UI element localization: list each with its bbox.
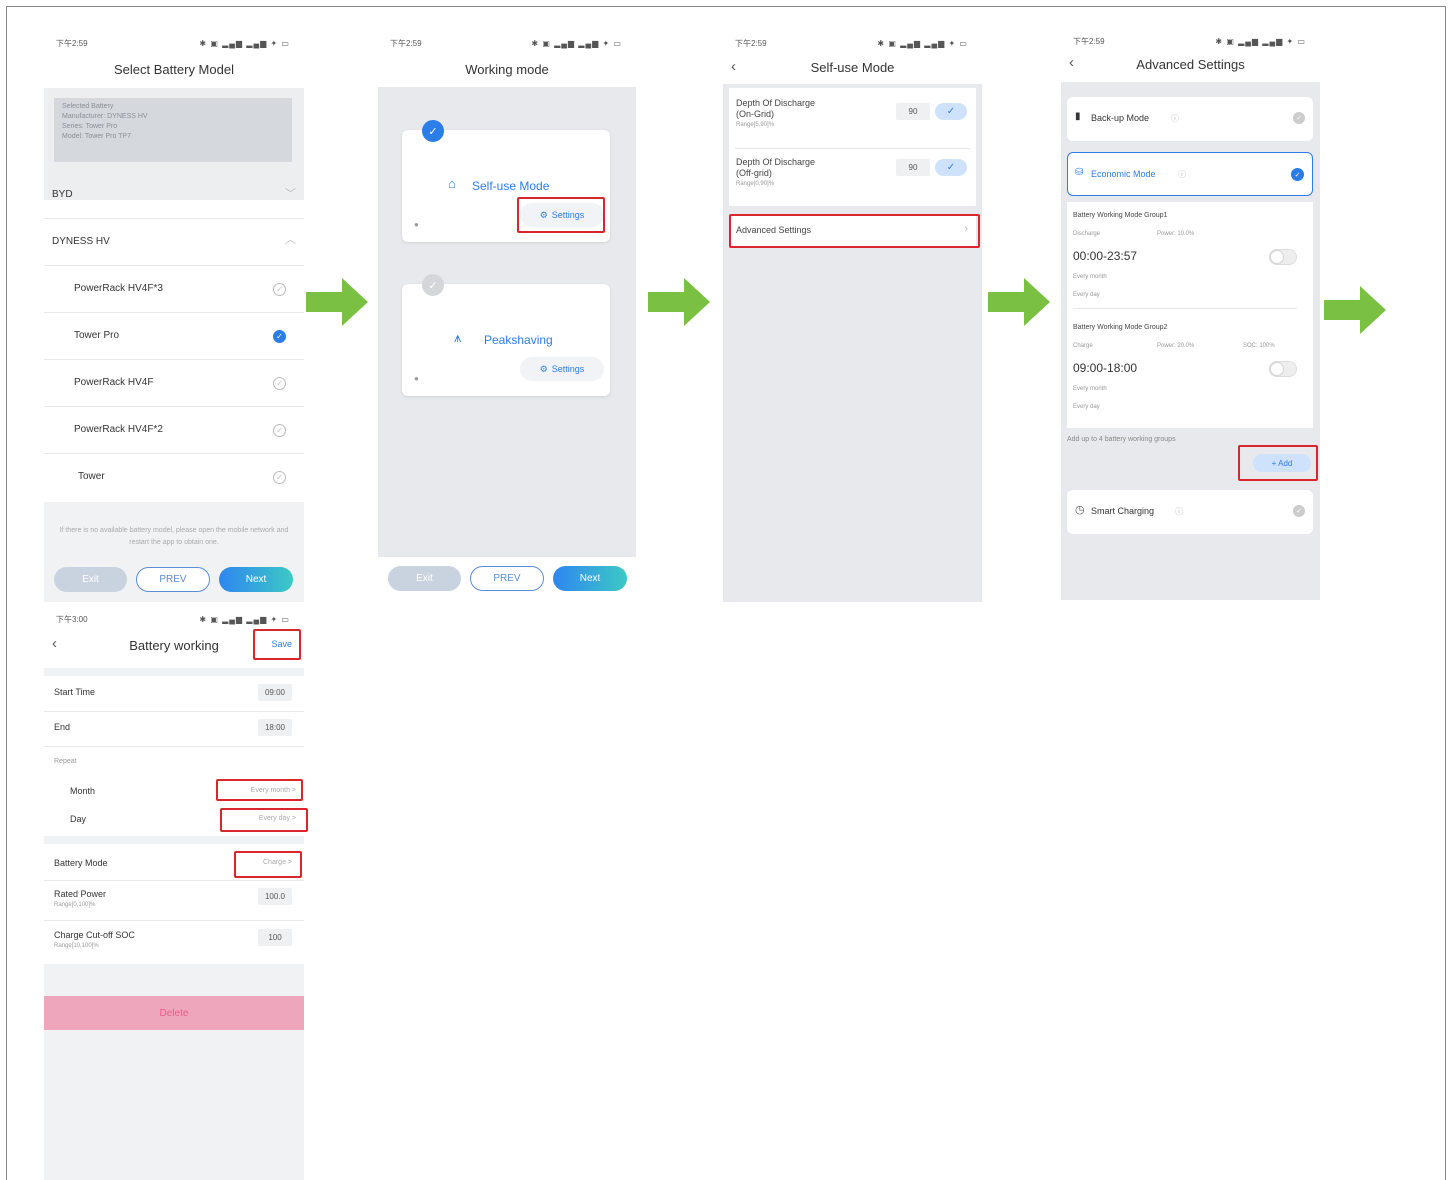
status-bar: 下午2:59 ✱ ▣ ▂▄▆ ▂▄▆ ✦ ▭ <box>390 38 622 48</box>
cutoff-soc-input[interactable]: 100 <box>258 929 292 946</box>
next-step-arrow-icon <box>306 278 368 326</box>
house-icon: ⌂ <box>448 176 456 191</box>
status-bar: 下午2:59 ✱ ▣ ▂▄▆ ▂▄▆ ✦ ▭ <box>1073 36 1306 46</box>
list-item[interactable]: PowerRack HV4F ✓ <box>44 360 304 407</box>
end-time-input[interactable]: 18:00 <box>258 719 292 736</box>
info-icon[interactable]: ● <box>414 374 419 383</box>
screen-advanced-settings: 下午2:59 ✱ ▣ ▂▄▆ ▂▄▆ ✦ ▭ ‹ Advanced Setting… <box>1061 30 1320 600</box>
radio-unchecked-icon: ✓ <box>273 283 286 296</box>
gear-icon: ⚙ <box>539 363 548 374</box>
list-item[interactable]: Tower ✓ <box>44 454 304 501</box>
confirm-check-icon[interactable]: ✓ <box>935 103 967 120</box>
add-group-button[interactable]: + Add <box>1253 454 1311 472</box>
advanced-settings-row[interactable]: Advanced Settings › <box>729 216 976 246</box>
exit-button[interactable]: Exit <box>54 567 127 592</box>
exit-button[interactable]: Exit <box>388 566 461 591</box>
radio-checked-icon: ✓ <box>1291 168 1304 181</box>
chevron-down-icon[interactable]: ﹀ <box>285 185 296 201</box>
radio-unchecked-icon: ✓ <box>273 424 286 437</box>
settings-button[interactable]: ⚙ Settings <box>520 357 604 381</box>
group-toggle[interactable] <box>1269 361 1297 377</box>
selected-battery-card: Selected Battery Manufacturer: DYNESS HV… <box>54 98 292 162</box>
radio-unchecked-icon: ✓ <box>1293 112 1305 124</box>
page-title: Select Battery Model <box>114 62 234 77</box>
brand-dyness[interactable]: DYNESS HV <box>52 236 110 247</box>
group-toggle[interactable] <box>1269 249 1297 265</box>
list-item[interactable]: Tower Pro ✓ <box>44 313 304 360</box>
repeat-label: Repeat <box>54 758 77 765</box>
mode-card-peakshaving[interactable]: ⩚ Peakshaving ⚙ Settings ● <box>402 284 610 396</box>
status-bar: 下午2:59 ✱ ▣ ▂▄▆ ▂▄▆ ✦ ▭ <box>735 38 968 48</box>
unchecked-icon: ✓ <box>422 274 444 296</box>
working-group[interactable]: Battery Working Mode Group1 Discharge Po… <box>1067 202 1313 309</box>
settings-card: Depth Of Discharge (On-Grid) Range[5,90]%… <box>729 88 976 206</box>
rated-power-input[interactable]: 100.0 <box>258 888 292 905</box>
info-icon[interactable]: ⓘ <box>1175 506 1183 517</box>
info-icon[interactable]: ● <box>414 220 419 229</box>
next-step-arrow-icon <box>1324 286 1386 334</box>
checked-icon: ✓ <box>422 120 444 142</box>
radio-unchecked-icon: ✓ <box>273 377 286 390</box>
page-title: Battery working <box>129 638 219 653</box>
gear-icon: ⚙ <box>539 209 548 220</box>
list-item[interactable]: PowerRack HV4F*3 ✓ <box>44 266 304 313</box>
add-note: Add up to 4 battery working groups <box>1067 436 1176 443</box>
dod-on-grid-input[interactable]: 90 <box>896 103 930 120</box>
next-step-arrow-icon <box>648 278 710 326</box>
mode-label: Peakshaving <box>484 333 553 347</box>
prev-button[interactable]: PREV <box>470 566 544 591</box>
clock-icon: ◷ <box>1075 504 1085 516</box>
radio-unchecked-icon: ✓ <box>1293 505 1305 517</box>
status-bar: 下午3:00 ✱ ▣ ▂▄▆ ▂▄▆ ✦ ▭ <box>56 614 290 624</box>
delete-button[interactable]: Delete <box>44 996 304 1030</box>
status-bar: 下午2:59 ✱ ▣ ▂▄▆ ▂▄▆ ✦ ▭ <box>56 38 290 48</box>
tower-icon: ⩚ <box>454 330 462 345</box>
dod-off-grid-input[interactable]: 90 <box>896 159 930 176</box>
info-icon[interactable]: ⓘ <box>1178 169 1186 180</box>
prev-button[interactable]: PREV <box>136 567 210 592</box>
battery-icon: ▮ <box>1075 111 1081 122</box>
screen-battery-working: 下午3:00 ✱ ▣ ▂▄▆ ▂▄▆ ✦ ▭ ‹ Battery working … <box>44 608 304 1180</box>
chevron-right-icon: › <box>964 223 968 235</box>
working-groups-list: Battery Working Mode Group1 Discharge Po… <box>1067 202 1313 428</box>
chevron-up-icon[interactable]: ︿ <box>285 231 296 247</box>
day-selector[interactable]: Every day > <box>259 815 296 822</box>
screen-self-use-mode: 下午2:59 ✱ ▣ ▂▄▆ ▂▄▆ ✦ ▭ ‹ Self-use Mode De… <box>723 32 982 602</box>
next-button[interactable]: Next <box>219 567 293 592</box>
battery-mode-selector[interactable]: Charge > <box>263 859 292 866</box>
brand-byd[interactable]: BYD <box>52 189 73 200</box>
money-icon: ⛁ <box>1075 167 1084 178</box>
working-group[interactable]: Battery Working Mode Group2 Charge Power… <box>1067 314 1313 420</box>
info-icon[interactable]: ⓘ <box>1171 113 1179 124</box>
screen-select-battery: 下午2:59 ✱ ▣ ▂▄▆ ▂▄▆ ✦ ▭ Select Battery Mod… <box>44 32 304 602</box>
list-item[interactable]: PowerRack HV4F*2 ✓ <box>44 407 304 454</box>
help-note: If there is no available battery model, … <box>59 527 289 546</box>
radio-checked-icon: ✓ <box>273 330 286 343</box>
confirm-check-icon[interactable]: ✓ <box>935 159 967 176</box>
settings-button[interactable]: ⚙ Settings <box>520 203 604 227</box>
page-title: Working mode <box>465 62 549 77</box>
backup-mode-card[interactable]: ▮ Back-up Mode ⓘ ✓ <box>1067 97 1313 141</box>
save-button[interactable]: Save <box>271 639 292 649</box>
economic-mode-card[interactable]: ⛁ Economic Mode ⓘ ✓ <box>1067 152 1313 196</box>
mode-label: Self-use Mode <box>472 179 550 193</box>
radio-unchecked-icon: ✓ <box>273 471 286 484</box>
screen-working-mode: 下午2:59 ✱ ▣ ▂▄▆ ▂▄▆ ✦ ▭ Working mode ⌂ Sel… <box>378 32 636 597</box>
page-title: Advanced Settings <box>1136 57 1245 72</box>
month-selector[interactable]: Every month > <box>251 787 296 794</box>
page-title: Self-use Mode <box>810 60 895 75</box>
next-step-arrow-icon <box>988 278 1050 326</box>
next-button[interactable]: Next <box>553 566 627 591</box>
start-time-input[interactable]: 09:00 <box>258 684 292 701</box>
smart-charging-card[interactable]: ◷ Smart Charging ⓘ ✓ <box>1067 490 1313 534</box>
mode-card-self-use[interactable]: ⌂ Self-use Mode ⚙ Settings ● <box>402 130 610 242</box>
